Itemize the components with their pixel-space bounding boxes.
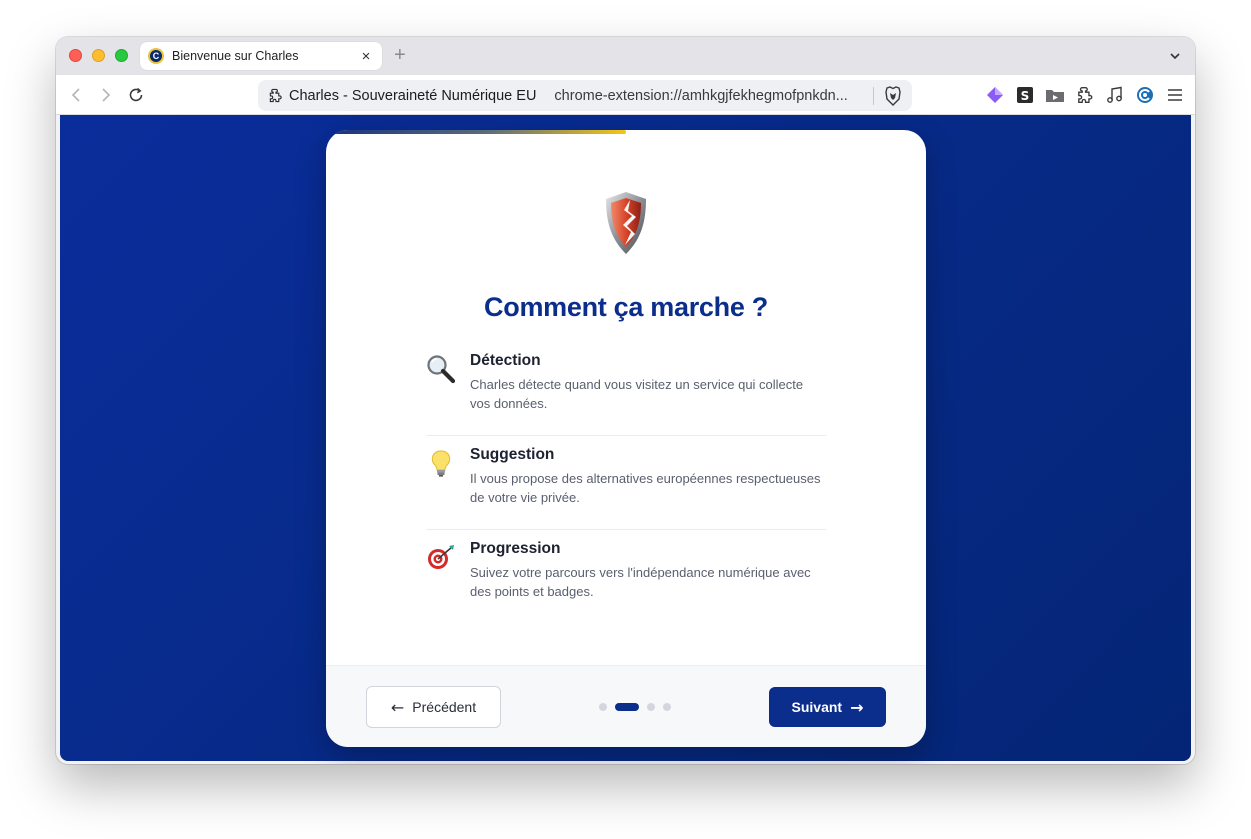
back-arrow-icon [71, 88, 80, 102]
onboarding-progress-bar [326, 130, 626, 134]
step-dot-active[interactable] [615, 703, 639, 711]
step-description: Charles détecte quand vous visitez un se… [470, 377, 804, 411]
charles-favicon-icon: C [148, 48, 164, 64]
step-dot[interactable] [647, 703, 655, 711]
reload-icon [129, 87, 143, 102]
chevron-down-icon[interactable] [1169, 49, 1181, 67]
browser-tab[interactable]: C Bienvenue sur Charles × [140, 42, 382, 70]
back-button[interactable] [65, 84, 87, 106]
tab-title: Bienvenue sur Charles [172, 49, 299, 63]
step-title: Suggestion [470, 446, 555, 463]
forward-arrow-icon [102, 88, 111, 102]
previous-button[interactable]: ← Précédent [366, 686, 501, 728]
step-description: Il vous propose des alternatives europée… [470, 471, 821, 505]
target-icon [428, 545, 454, 569]
reload-button[interactable] [125, 84, 147, 106]
next-button-label: Suivant [791, 699, 843, 715]
svg-text:S: S [1021, 89, 1030, 103]
swirl-extension-icon[interactable] [1134, 84, 1156, 106]
charles-shield-logo-icon [606, 192, 646, 254]
step-suggestion: Suggestion Il vous propose des alternati… [426, 436, 826, 530]
media-folder-icon[interactable] [1044, 84, 1066, 106]
browser-window: C Bienvenue sur Charles × + Charles - So… [56, 37, 1195, 764]
step-indicator-dots [599, 703, 671, 711]
browser-toolbar: Charles - Souveraineté Numérique EU chro… [56, 75, 1195, 115]
magnifying-glass-icon [427, 355, 456, 384]
step-progression: Progression Suivez votre parcours vers l… [426, 530, 826, 624]
s-extension-icon[interactable]: S [1014, 84, 1036, 106]
new-tab-button[interactable]: + [394, 45, 406, 65]
address-bar[interactable]: Charles - Souveraineté Numérique EU chro… [258, 80, 912, 111]
extension-page: Comment ça marche ? Détection Charles dé… [60, 115, 1191, 761]
purple-diamond-extension-icon[interactable] [984, 84, 1006, 106]
minimize-window-button[interactable] [92, 49, 105, 62]
onboarding-card: Comment ça marche ? Détection Charles dé… [326, 130, 926, 747]
step-dot[interactable] [599, 703, 607, 711]
extension-puzzle-icon [269, 88, 282, 103]
light-bulb-icon [431, 450, 451, 477]
tab-close-icon[interactable]: × [358, 48, 374, 65]
arrow-left-icon: ← [390, 697, 405, 717]
extension-icons: S [984, 84, 1186, 106]
step-description: Suivez votre parcours vers l'indépendanc… [470, 565, 811, 599]
url-separator [873, 86, 874, 105]
tab-strip: C Bienvenue sur Charles × + [56, 37, 1195, 75]
music-note-icon[interactable] [1104, 84, 1126, 106]
forward-button[interactable] [95, 84, 117, 106]
page-title: Comment ça marche ? [484, 292, 768, 322]
step-dot[interactable] [663, 703, 671, 711]
card-footer: ← Précédent Suivant → [326, 665, 926, 747]
extensions-puzzle-icon[interactable] [1074, 84, 1096, 106]
close-window-button[interactable] [69, 49, 82, 62]
steps-list: Détection Charles détecte quand vous vis… [426, 342, 826, 624]
menu-hamburger-icon[interactable] [1164, 84, 1186, 106]
url-site-name: Charles - Souveraineté Numérique EU [289, 87, 537, 104]
next-button[interactable]: Suivant → [769, 687, 886, 727]
step-title: Progression [470, 540, 561, 557]
zoom-window-button[interactable] [115, 49, 128, 62]
brave-shield-icon[interactable] [884, 85, 902, 106]
arrow-right-icon: → [850, 697, 864, 717]
step-detection: Détection Charles détecte quand vous vis… [426, 342, 826, 436]
step-title: Détection [470, 352, 541, 369]
previous-button-label: Précédent [412, 699, 477, 715]
url-path: chrome-extension://amhkgjfekhegmofpnkdn.… [554, 87, 848, 104]
